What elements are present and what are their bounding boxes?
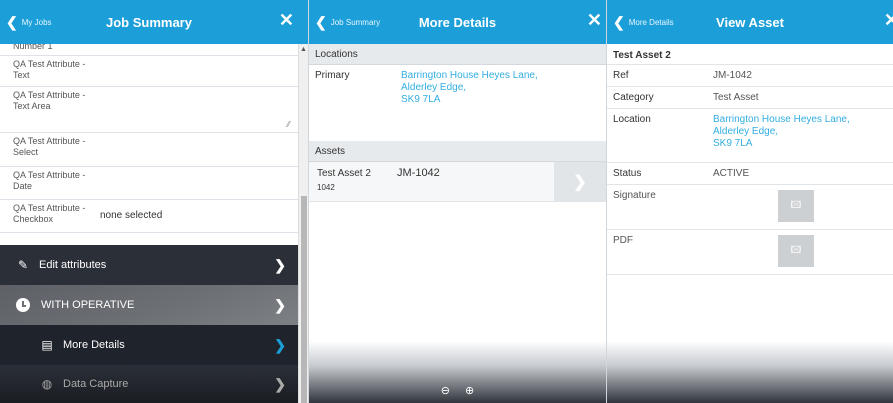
ref-label: Ref	[613, 70, 629, 81]
view-asset-header: ❮ More Details View Asset ✕	[607, 0, 893, 44]
menu-label: Data Capture	[63, 378, 129, 390]
location-row: Location Barrington House Heyes Lane, Al…	[607, 109, 893, 163]
bottom-gradient: ⊖ ⊕	[309, 341, 606, 403]
asset-title: Test Asset 2	[607, 44, 893, 65]
with-operative-button[interactable]: WITH OPERATIVE ❯	[0, 285, 298, 325]
back-to-more-details-button[interactable]: ❮ More Details	[613, 0, 674, 44]
attribute-label: QA Test Attribute - Select	[13, 136, 86, 157]
address-line: Alderley Edge,	[713, 126, 779, 137]
scrollbar-thumb[interactable]	[301, 196, 307, 403]
attribute-select[interactable]: QA Test Attribute - Select	[0, 133, 298, 167]
chevron-left-icon: ❮	[315, 13, 327, 30]
status-row: Status ACTIVE	[607, 163, 893, 185]
bottom-gradient	[607, 341, 893, 403]
zoom-out-icon[interactable]: ⊖	[441, 384, 450, 397]
scroll-up-icon[interactable]: ▲	[299, 46, 308, 53]
menu-label: WITH OPERATIVE	[41, 299, 135, 311]
view-asset-panel: ❮ More Details View Asset ✕ Test Asset 2…	[606, 0, 893, 403]
attribute-label: QA Test Attribute - Date	[13, 170, 86, 191]
chevron-right-icon: ❯	[274, 375, 286, 392]
resize-handle-icon[interactable]: ⁄⁄	[287, 120, 290, 129]
pdf-label: PDF	[613, 235, 633, 246]
locations-section-header: Locations	[309, 44, 606, 65]
more-details-button[interactable]: ▤ More Details ❯	[0, 325, 298, 365]
clock-icon	[16, 298, 30, 312]
address-line: Alderley Edge,	[401, 82, 467, 93]
attribute-label: QA Test Attribute - Checkbox	[13, 203, 86, 224]
attribute-text-area[interactable]: QA Test Attribute - Text Area ⁄⁄	[0, 87, 298, 133]
chevron-left-icon: ❮	[6, 13, 18, 30]
attribute-date[interactable]: QA Test Attribute - Date	[0, 167, 298, 200]
close-icon[interactable]: ✕	[884, 10, 893, 31]
data-capture-icon: ◍	[41, 377, 53, 391]
status-value: ACTIVE	[713, 168, 750, 179]
menu-label: More Details	[63, 339, 125, 351]
address-line: Barrington House Heyes Lane,	[713, 114, 850, 125]
pencil-icon: ✎	[17, 258, 29, 272]
address-line: SK9 7LA	[401, 94, 441, 105]
attribute-text[interactable]: QA Test Attribute - Text	[0, 56, 298, 87]
more-details-panel: ❮ Job Summary More Details ✕ Locations P…	[308, 0, 606, 403]
assets-section-header: Assets	[309, 141, 606, 162]
back-label: More Details	[628, 17, 674, 27]
back-label: My Jobs	[21, 17, 52, 27]
data-capture-button[interactable]: ◍ Data Capture ❯	[0, 365, 298, 403]
document-icon: ▤	[41, 338, 53, 352]
pdf-row: PDF 🖾	[607, 230, 893, 275]
job-summary-header: ❮ My Jobs Job Summary ✕	[0, 0, 298, 44]
zoom-in-icon[interactable]: ⊕	[465, 384, 474, 397]
close-icon[interactable]: ✕	[587, 10, 602, 31]
asset-name: Test Asset 2	[317, 168, 371, 179]
signature-label: Signature	[613, 190, 656, 201]
asset-ref: JM-1042	[397, 167, 440, 179]
pdf-image-placeholder[interactable]: 🖾	[778, 235, 814, 267]
job-summary-panel: ❮ My Jobs Job Summary ✕ Number 1 QA Test…	[0, 0, 298, 403]
back-to-job-summary-button[interactable]: ❮ Job Summary	[315, 0, 380, 44]
primary-label: Primary	[315, 70, 350, 81]
attribute-label: QA Test Attribute - Text	[13, 59, 86, 80]
chevron-right-icon: ❯	[274, 256, 286, 273]
scrollbar[interactable]: ▲	[298, 44, 308, 403]
zoom-controls: ⊖ ⊕	[309, 384, 606, 397]
header-filler	[298, 0, 308, 44]
primary-address-link[interactable]: Barrington House Heyes Lane, Alderley Ed…	[401, 70, 538, 136]
location-link[interactable]: Barrington House Heyes Lane, Alderley Ed…	[713, 114, 850, 157]
ref-value: JM-1042	[713, 70, 752, 81]
more-details-header: ❮ Job Summary More Details ✕	[309, 0, 606, 44]
chevron-right-icon: ❯	[274, 296, 286, 313]
primary-location-row: Primary Barrington House Heyes Lane, Ald…	[309, 65, 606, 141]
address-line: SK9 7LA	[713, 138, 753, 149]
scrollbar-column: ▲	[298, 0, 308, 403]
category-label: Category	[613, 92, 654, 103]
chevron-right-icon: ❯	[573, 174, 587, 191]
menu-label: Edit attributes	[39, 259, 107, 271]
status-label: Status	[613, 168, 642, 179]
back-to-my-jobs-button[interactable]: ❮ My Jobs	[6, 0, 52, 44]
chevron-left-icon: ❮	[613, 13, 625, 30]
signature-row: Signature 🖾	[607, 185, 893, 230]
address-line: Barrington House Heyes Lane,	[401, 70, 538, 81]
asset-open-button[interactable]: ❯	[554, 162, 606, 202]
ref-row: Ref JM-1042	[607, 65, 893, 87]
attribute-label-cut: Number 1	[0, 44, 298, 56]
asset-id: 1042	[317, 183, 335, 192]
image-icon: 🖾	[790, 199, 802, 211]
location-label: Location	[613, 114, 651, 125]
chevron-right-icon: ❯	[274, 336, 286, 353]
signature-image-placeholder[interactable]: 🖾	[778, 190, 814, 222]
asset-list-item[interactable]: Test Asset 2 1042 JM-1042 ❯	[309, 162, 606, 202]
image-icon: 🖾	[790, 244, 802, 256]
attribute-label: QA Test Attribute - Text Area	[13, 90, 86, 111]
attribute-checkbox[interactable]: QA Test Attribute - Checkbox none select…	[0, 200, 298, 233]
category-row: Category Test Asset	[607, 87, 893, 109]
close-icon[interactable]: ✕	[279, 10, 294, 31]
attribute-value: none selected	[100, 210, 163, 221]
back-label: Job Summary	[330, 17, 381, 27]
category-value: Test Asset	[713, 92, 759, 103]
edit-attributes-button[interactable]: ✎ Edit attributes ❯	[0, 245, 298, 285]
